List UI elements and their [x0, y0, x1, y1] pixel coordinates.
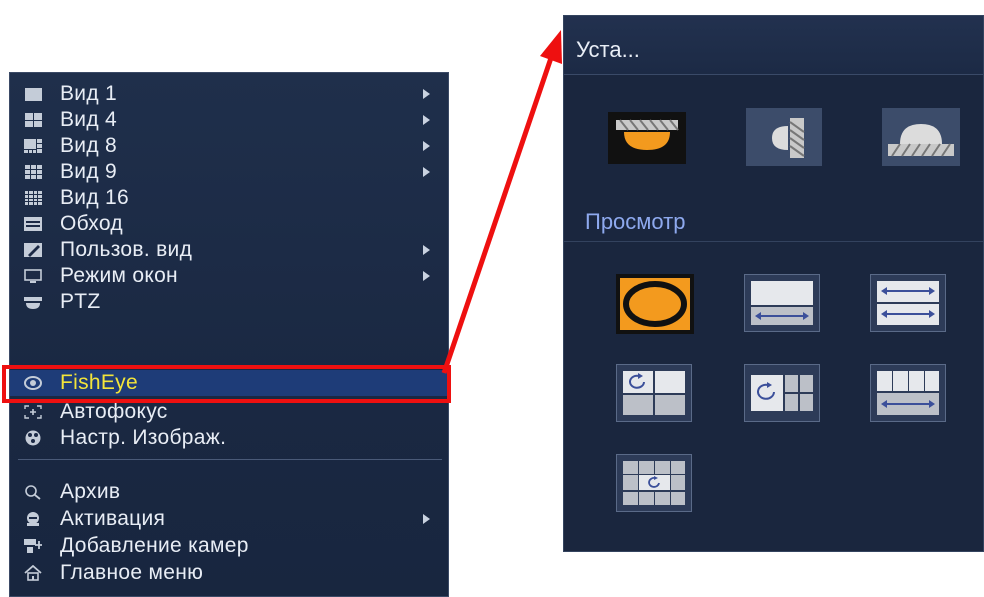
preview-section-label: Просмотр	[585, 209, 686, 234]
grid-16-icon	[24, 190, 42, 206]
highlight-box	[2, 365, 451, 403]
menu-item-label: Вид 16	[60, 186, 129, 209]
menu-item-image-settings[interactable]: Настр. Изображ.	[10, 425, 448, 451]
menu-item-view-9[interactable]: Вид 9	[10, 159, 448, 185]
menu-item-archive[interactable]: Архив	[10, 479, 448, 505]
ground-mount-icon	[888, 124, 954, 157]
menu-item-label: Вид 4	[60, 108, 118, 131]
view-mode-panorama-1-button[interactable]	[744, 274, 820, 332]
panel-title: Уста...	[576, 37, 640, 62]
grid-9-icon	[24, 164, 42, 180]
menu-item-label: PTZ	[60, 290, 101, 313]
submenu-arrow-icon	[423, 271, 430, 281]
ptz-icon	[24, 294, 42, 310]
image-settings-icon	[24, 430, 42, 446]
autofocus-icon	[24, 404, 42, 420]
view-mode-1p3-button[interactable]	[616, 364, 692, 422]
fisheye-settings-panel: Уста... Просмотр	[563, 15, 984, 552]
view-mode-panorama-2-button[interactable]	[870, 274, 946, 332]
menu-item-ptz[interactable]: PTZ	[10, 289, 448, 315]
menu-item-label: Вид 8	[60, 134, 118, 157]
menu-item-view-4[interactable]: Вид 4	[10, 107, 448, 133]
search-icon	[24, 484, 42, 500]
menu-item-view-16[interactable]: Вид 16	[10, 185, 448, 211]
view-mode-original-button[interactable]	[616, 274, 694, 334]
panel-header: Уста...	[564, 16, 983, 75]
grid-4-icon	[24, 112, 42, 128]
menu-item-label: Пользов. вид	[60, 238, 193, 261]
menu-item-label: Главное меню	[60, 561, 204, 584]
section-divider	[564, 241, 983, 242]
menu-item-label: Активация	[60, 507, 166, 530]
menu-item-label: Обход	[60, 212, 123, 235]
ceiling-mount-icon	[608, 112, 686, 164]
menu-item-main-menu[interactable]: Главное меню	[10, 560, 448, 586]
fisheye-original-icon	[616, 274, 694, 334]
submenu-arrow-icon	[423, 89, 430, 99]
home-icon	[24, 565, 42, 581]
monitor-icon	[24, 268, 42, 284]
menu-item-view-8[interactable]: Вид 8	[10, 133, 448, 159]
menu-item-label: Автофокус	[60, 400, 168, 423]
menu-item-view-1[interactable]: Вид 1	[10, 81, 448, 107]
menu-item-label: Архив	[60, 480, 121, 503]
menu-item-activation[interactable]: Активация	[10, 506, 448, 532]
view-mode-panorama-1p4-button[interactable]	[870, 364, 946, 422]
submenu-arrow-icon	[423, 141, 430, 151]
view-mode-1p8-button[interactable]	[616, 454, 692, 512]
ceiling-mount-button[interactable]	[608, 112, 686, 164]
menu-item-window-mode[interactable]: Режим окон	[10, 263, 448, 289]
menu-item-label: Настр. Изображ.	[60, 426, 227, 449]
custom-view-icon	[24, 242, 42, 258]
submenu-arrow-icon	[423, 514, 430, 524]
menu-item-label: Режим окон	[60, 264, 178, 287]
menu-divider	[18, 459, 442, 460]
menu-item-label: Вид 9	[60, 160, 118, 183]
context-menu: Вид 1 Вид 4 Вид 8 Вид 9 Вид 16 Обход Пол…	[9, 72, 449, 597]
grid-8-icon	[24, 138, 42, 154]
menu-item-label: Вид 1	[60, 82, 118, 105]
menu-item-tour[interactable]: Обход	[10, 211, 448, 237]
tour-icon	[24, 216, 42, 232]
view-mode-1p4-button[interactable]	[744, 364, 820, 422]
wall-mount-button[interactable]	[746, 108, 822, 166]
add-camera-icon	[24, 538, 42, 554]
submenu-arrow-icon	[423, 245, 430, 255]
menu-item-add-cameras[interactable]: Добавление камер	[10, 533, 448, 559]
submenu-arrow-icon	[423, 167, 430, 177]
single-view-icon	[24, 86, 42, 102]
activation-icon	[24, 511, 42, 527]
submenu-arrow-icon	[423, 115, 430, 125]
menu-item-label: Добавление камер	[60, 534, 249, 557]
menu-item-custom-view[interactable]: Пользов. вид	[10, 237, 448, 263]
wall-mount-icon	[772, 118, 805, 158]
ground-mount-button[interactable]	[882, 108, 960, 166]
